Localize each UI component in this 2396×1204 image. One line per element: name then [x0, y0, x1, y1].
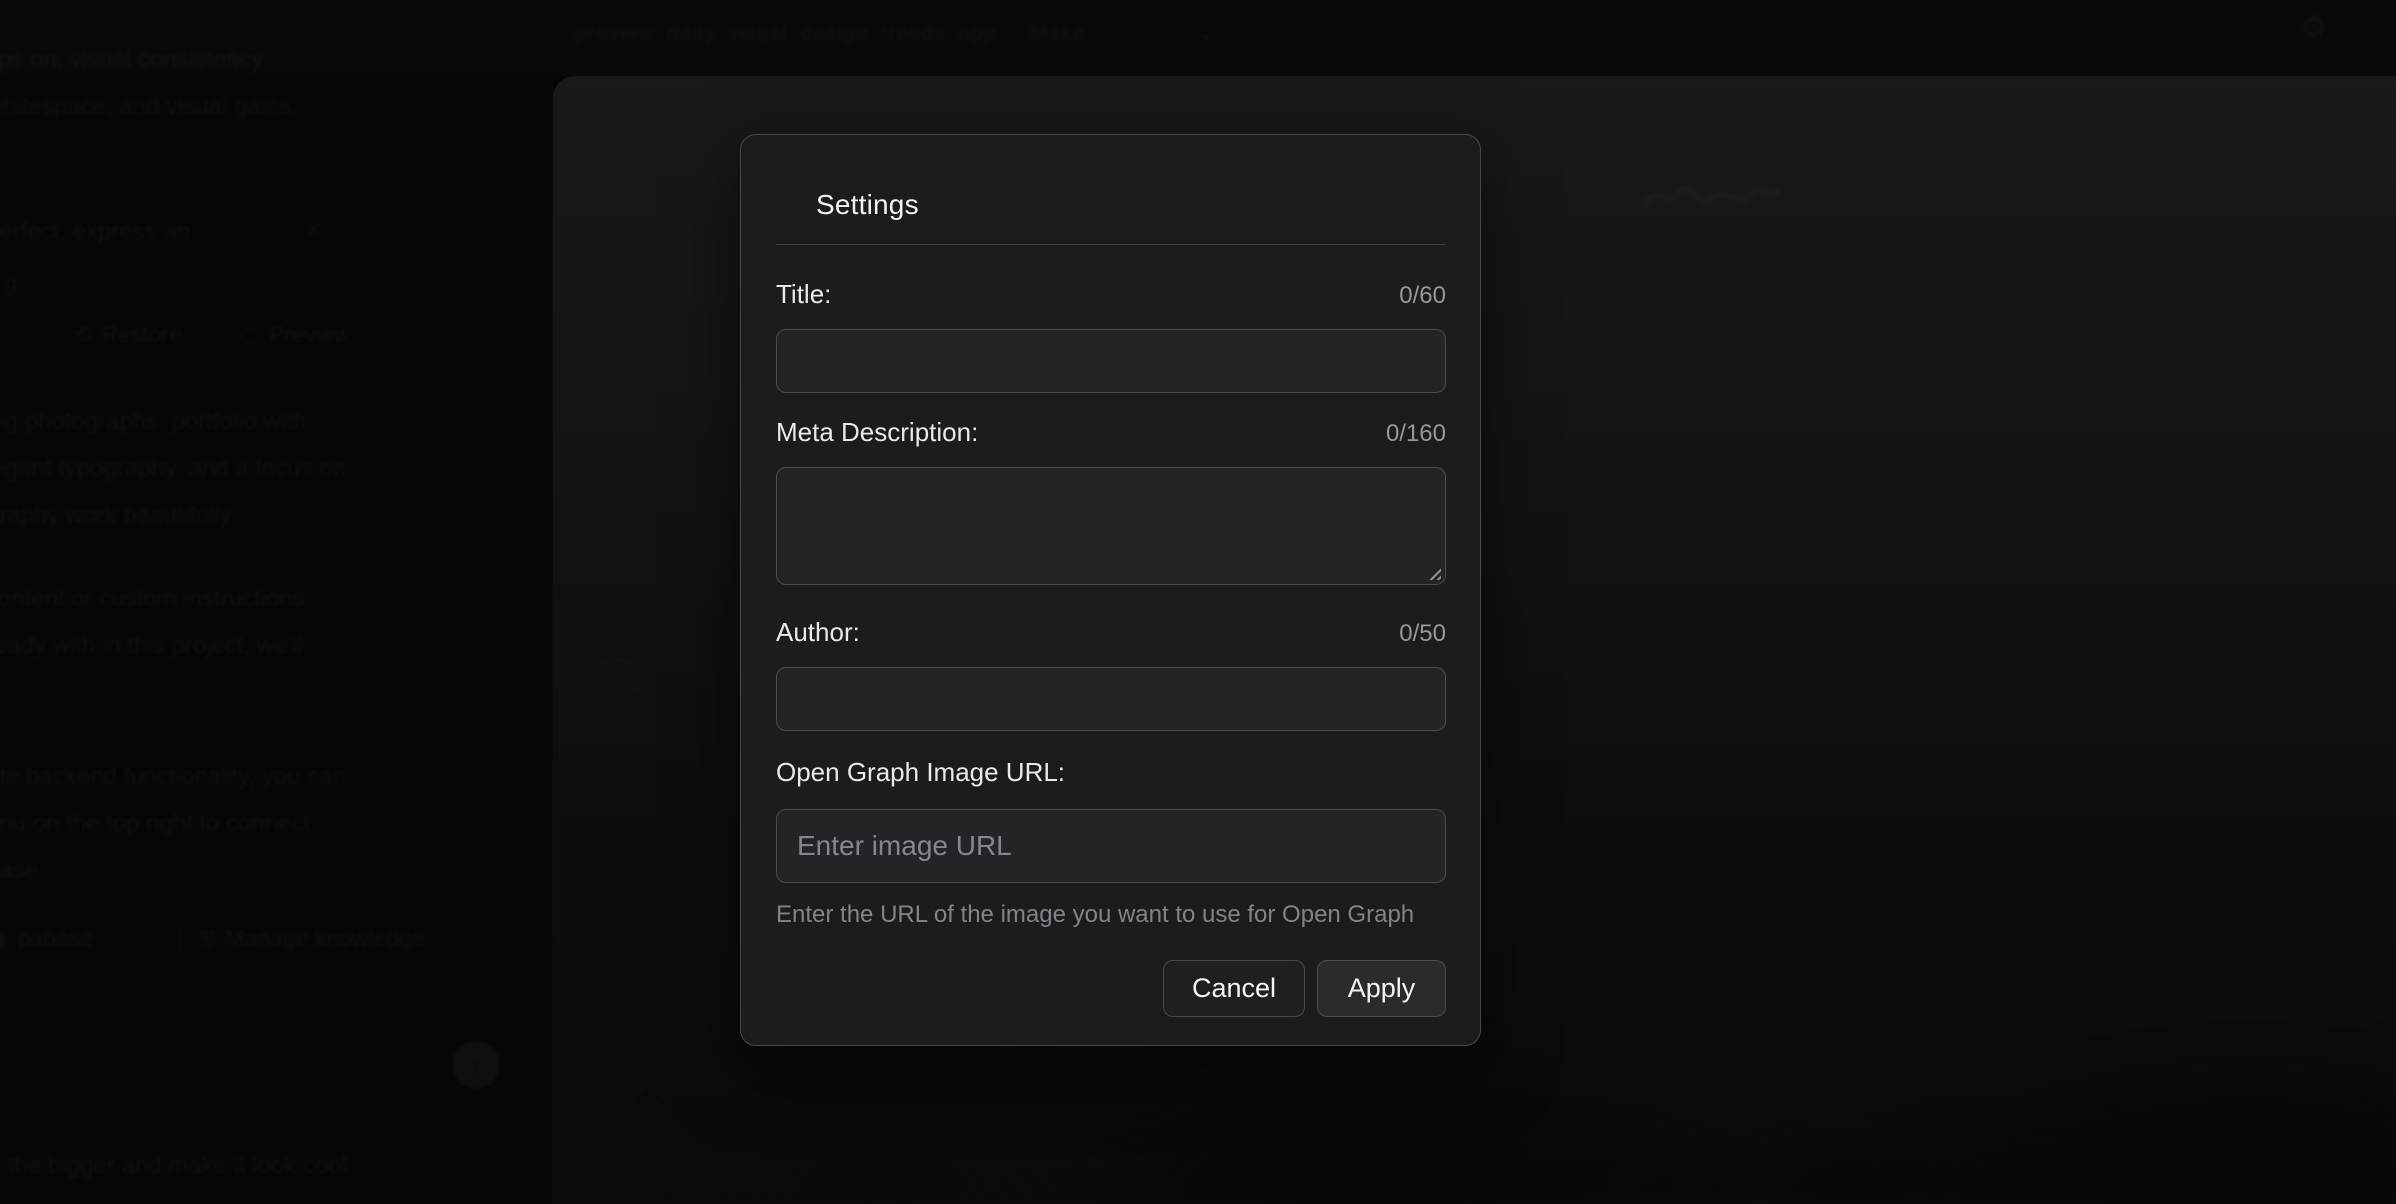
- settings-modal: Settings Title: 0/60 Meta Description: 0…: [740, 134, 1481, 1046]
- meta-description-textarea[interactable]: [776, 467, 1446, 585]
- og-image-helper-text: Enter the URL of the image you want to u…: [776, 901, 1446, 929]
- meta-description-counter: 0/160: [1386, 417, 1446, 451]
- author-input[interactable]: [776, 667, 1446, 731]
- modal-actions: Cancel Apply: [776, 960, 1446, 1017]
- og-image-field-header: Open Graph Image URL:: [776, 755, 1446, 789]
- author-field-header: Author: 0/50: [776, 615, 1446, 651]
- title-field-header: Title: 0/60: [776, 277, 1446, 313]
- title-label: Title:: [776, 277, 831, 311]
- title-input[interactable]: [776, 329, 1446, 393]
- author-counter: 0/50: [1399, 617, 1446, 651]
- author-label: Author:: [776, 615, 860, 649]
- modal-title: Settings: [816, 189, 1446, 221]
- cancel-button[interactable]: Cancel: [1163, 960, 1305, 1017]
- og-image-url-label: Open Graph Image URL:: [776, 755, 1065, 789]
- title-counter: 0/60: [1399, 279, 1446, 313]
- app-window: preview daily visual design trends app ·…: [0, 0, 2396, 1204]
- meta-description-label: Meta Description:: [776, 415, 978, 449]
- divider: [776, 244, 1446, 245]
- apply-button[interactable]: Apply: [1317, 960, 1446, 1017]
- meta-description-field-header: Meta Description: 0/160: [776, 415, 1446, 451]
- og-image-url-input[interactable]: [776, 809, 1446, 883]
- meta-description-wrapper: [776, 467, 1446, 585]
